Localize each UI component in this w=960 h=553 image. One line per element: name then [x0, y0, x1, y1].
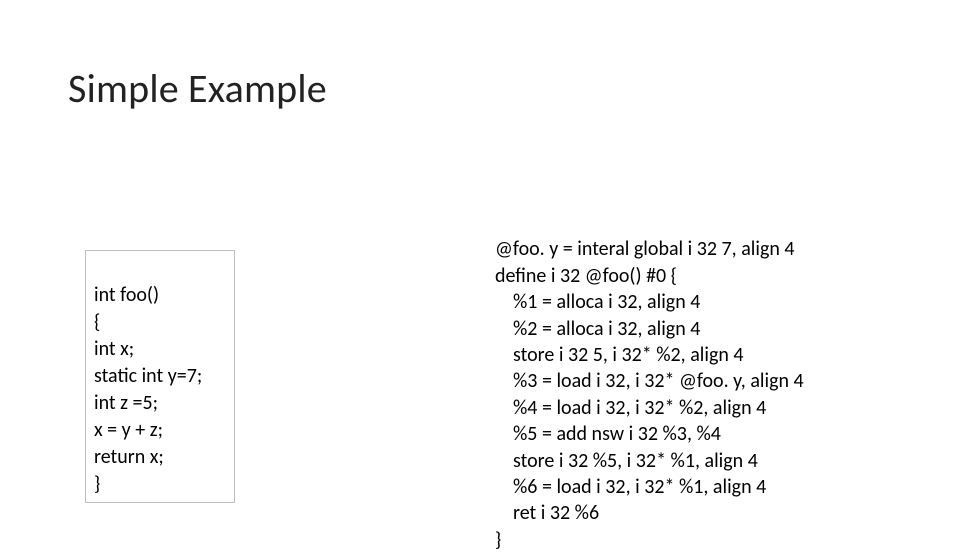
code-line: return x;	[94, 445, 164, 469]
code-line: int x;	[94, 337, 134, 361]
code-line: {	[94, 310, 100, 334]
code-line: %4 = load i 32, i 32* %2, align 4	[513, 396, 766, 420]
page-title: Simple Example	[68, 64, 327, 113]
code-line: define i 32 @foo() #0 {	[495, 264, 677, 288]
source-code-box: int foo() { int x; static int y=7; int z…	[85, 250, 235, 503]
slide: Simple Example int foo() { int x; static…	[0, 0, 960, 540]
code-line: x = y + z;	[94, 418, 163, 442]
code-line: %1 = alloca i 32, align 4	[513, 290, 700, 314]
code-line: ret i 32 %6	[513, 501, 599, 525]
code-line: int z =5;	[94, 391, 158, 415]
code-line: %3 = load i 32, i 32* @foo. y, align 4	[513, 369, 804, 393]
code-line: store i 32 %5, i 32* %1, align 4	[513, 449, 758, 473]
code-line: %2 = alloca i 32, align 4	[513, 317, 700, 341]
code-line: }	[94, 472, 100, 496]
code-line: int foo()	[94, 283, 159, 307]
code-line: %6 = load i 32, i 32* %1, align 4	[513, 475, 766, 499]
code-line: static int y=7;	[94, 364, 202, 388]
code-line: store i 32 5, i 32* %2, align 4	[513, 343, 744, 367]
code-line: @foo. y = interal global i 32 7, align 4	[495, 237, 795, 261]
ir-code-box: @foo. y = interal global i 32 7, align 4…	[495, 210, 895, 553]
code-line: %5 = add nsw i 32 %3, %4	[513, 422, 721, 446]
